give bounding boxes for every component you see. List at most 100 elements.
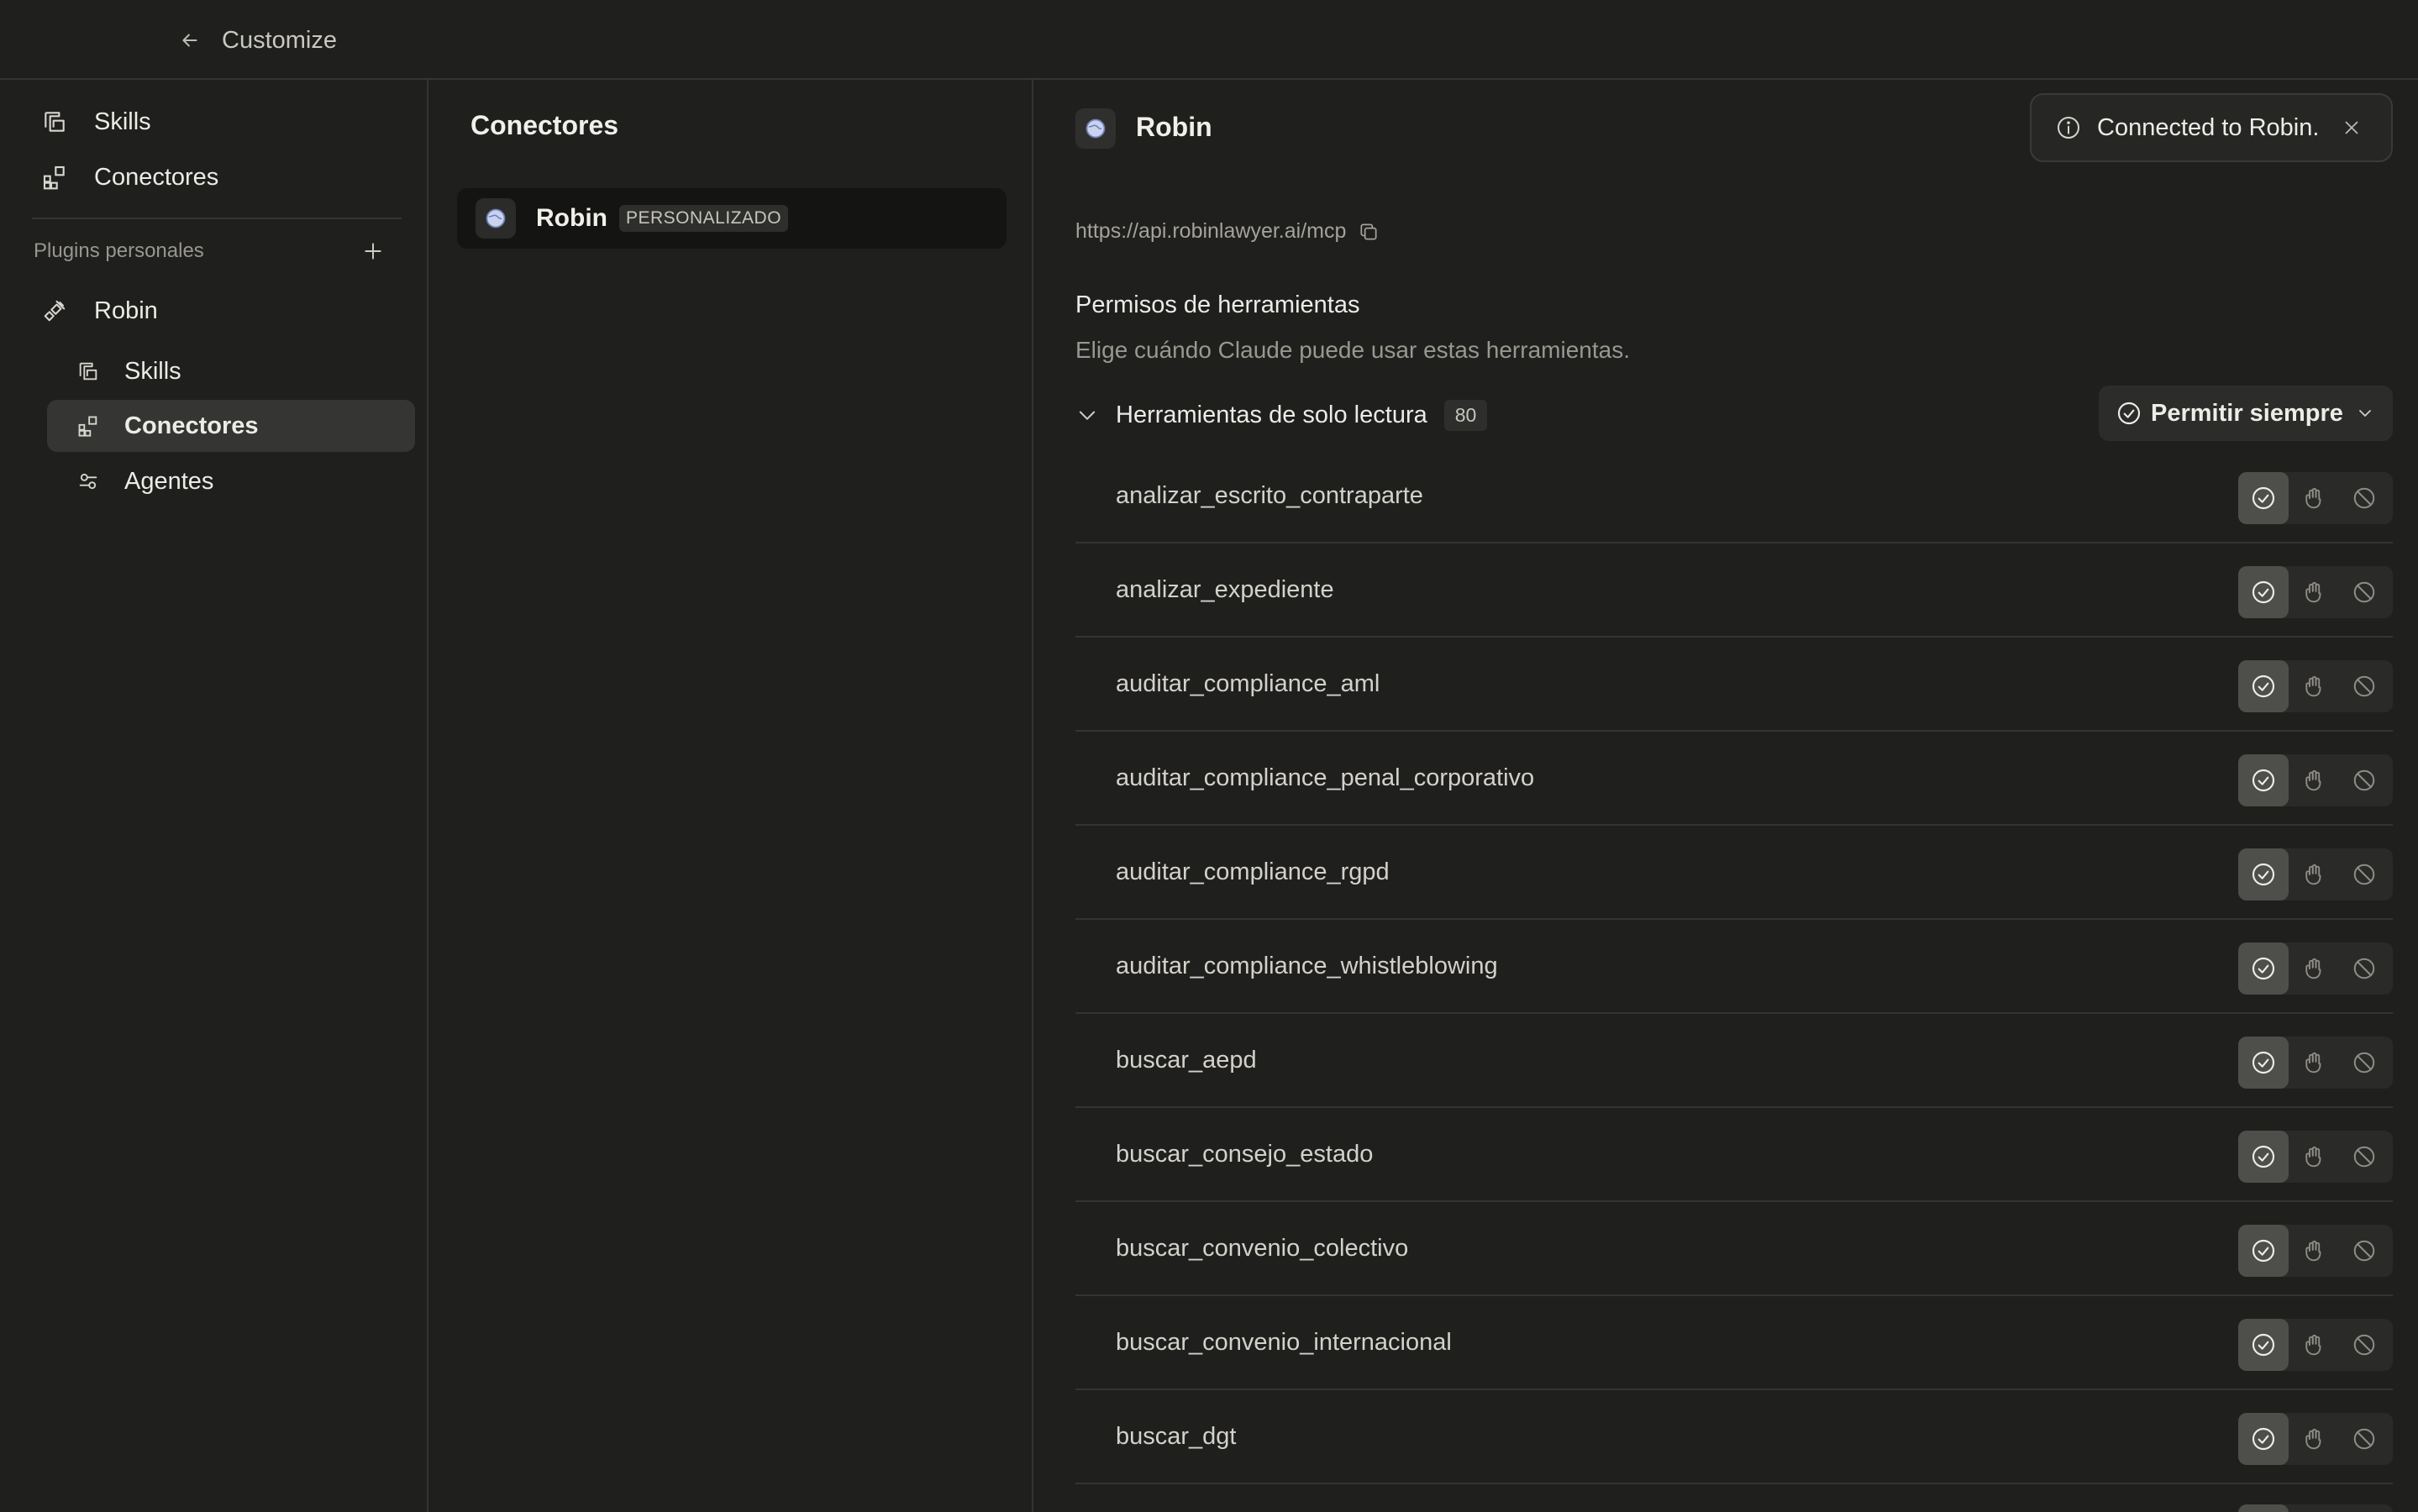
ask-permission-option[interactable] [2289,754,2339,806]
connectors-icon [69,414,108,438]
block-option[interactable] [2339,848,2389,900]
check-circle-icon [2250,485,2277,512]
custom-badge: PERSONALIZADO [618,205,789,232]
block-option[interactable] [2339,472,2389,524]
ask-permission-option[interactable] [2289,1413,2339,1465]
ask-permission-option[interactable] [2289,1225,2339,1277]
check-circle-icon [2250,1049,2277,1076]
block-option[interactable] [2339,566,2389,618]
sidebar-item-robin-plugin[interactable]: Robin [35,285,413,337]
block-option[interactable] [2339,660,2389,712]
agents-icon [69,470,108,493]
tool-group-label: Herramientas de solo lectura [1116,401,1427,428]
hand-icon [2301,768,2326,793]
block-icon [2352,956,2377,981]
allow-always-option[interactable] [2238,754,2289,806]
allow-always-option[interactable] [2238,1131,2289,1183]
block-option[interactable] [2339,1225,2389,1277]
hand-icon [2301,486,2326,511]
sidebar-subitem-skills[interactable]: Skills [47,345,415,397]
arrow-left-icon [182,34,197,47]
tool-permission-toggle [2238,1319,2393,1371]
hand-icon [2301,956,2326,981]
tool-permission-toggle [2238,1504,2393,1512]
allow-always-option[interactable] [2238,1413,2289,1465]
block-option[interactable] [2339,1504,2389,1512]
check-circle-icon [2250,1143,2277,1170]
close-icon[interactable] [2341,117,2363,139]
block-icon [2352,1426,2377,1452]
connectors-heading: Conectores [470,110,619,140]
block-icon [2352,862,2377,887]
tool-row [1075,1484,2393,1512]
info-icon [2055,114,2082,141]
allow-always-option[interactable] [2238,1319,2289,1371]
permissions-subtitle: Elige cuándo Claude puede usar estas her… [1075,337,1630,363]
sidebar-item-label: Conectores [94,163,219,191]
group-permission-dropdown[interactable]: Permitir siempre [2099,386,2393,441]
tool-name: buscar_convenio_colectivo [1116,1235,1409,1262]
block-icon [2352,580,2377,605]
check-circle-icon [2250,1425,2277,1452]
hand-icon [2301,674,2326,699]
check-circle-icon [2250,767,2277,794]
top-bar: Customize [0,0,2418,80]
page-title: Customize [222,27,337,54]
block-icon [2352,1332,2377,1357]
connector-detail-panel: Robin Connected to Robin. https://api.ro… [1035,80,2418,1512]
ask-permission-option[interactable] [2289,566,2339,618]
tool-group-toggle[interactable]: Herramientas de solo lectura 80 [1075,386,1488,444]
ask-permission-option[interactable] [2289,660,2339,712]
block-option[interactable] [2339,754,2389,806]
toast-notification: Connected to Robin. [2030,93,2393,162]
block-option[interactable] [2339,1131,2389,1183]
ask-permission-option[interactable] [2289,1319,2339,1371]
globe-icon [1075,108,1116,149]
block-icon [2352,674,2377,699]
tool-name: auditar_compliance_whistleblowing [1116,953,1498,979]
tool-permission-toggle [2238,754,2393,806]
sidebar-item-connectors[interactable]: Conectores [35,151,413,203]
ask-permission-option[interactable] [2289,1131,2339,1183]
tool-name: analizar_expediente [1116,576,1334,603]
ask-permission-option[interactable] [2289,472,2339,524]
tool-row: buscar_dgt [1075,1390,2393,1484]
block-option[interactable] [2339,1413,2389,1465]
allow-always-option[interactable] [2238,566,2289,618]
tool-row: buscar_convenio_internacional [1075,1296,2393,1390]
tool-name: buscar_consejo_estado [1116,1141,1374,1168]
check-circle-icon [2250,1331,2277,1358]
hand-icon [2301,1332,2326,1357]
globe-icon [476,198,516,239]
connector-url: https://api.robinlawyer.ai/mcp [1075,219,1347,243]
sidebar-subitem-connectors[interactable]: Conectores [47,400,415,452]
block-icon [2352,486,2377,511]
allow-always-option[interactable] [2238,942,2289,995]
block-icon [2352,1144,2377,1169]
allow-always-option[interactable] [2238,1504,2289,1512]
back-button[interactable] [173,24,207,57]
ask-permission-option[interactable] [2289,1504,2339,1512]
check-circle-icon [2250,955,2277,982]
ask-permission-option[interactable] [2289,942,2339,995]
allow-always-option[interactable] [2238,1037,2289,1089]
sidebar-subitem-agents[interactable]: Agentes [47,455,415,507]
add-plugin-button[interactable] [358,236,388,266]
tool-permission-toggle [2238,566,2393,618]
allow-always-option[interactable] [2238,660,2289,712]
block-icon [2352,1238,2377,1263]
connectors-icon [35,164,74,191]
tool-permission-toggle [2238,1225,2393,1277]
allow-always-option[interactable] [2238,1225,2289,1277]
ask-permission-option[interactable] [2289,1037,2339,1089]
block-option[interactable] [2339,1319,2389,1371]
allow-always-option[interactable] [2238,848,2289,900]
sidebar-item-skills[interactable]: Skills [35,96,413,148]
allow-always-option[interactable] [2238,472,2289,524]
ask-permission-option[interactable] [2289,848,2339,900]
connector-item-robin[interactable]: Robin PERSONALIZADO [457,188,1007,249]
block-option[interactable] [2339,1037,2389,1089]
copy-icon[interactable] [1358,221,1380,243]
block-option[interactable] [2339,942,2389,995]
tool-row: auditar_compliance_rgpd [1075,826,2393,920]
